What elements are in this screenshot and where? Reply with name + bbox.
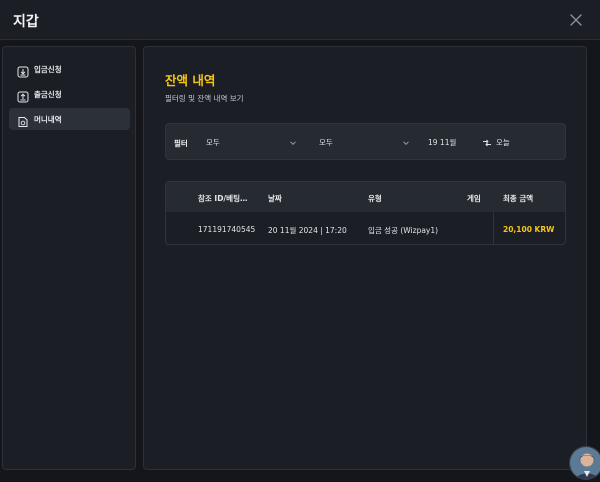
date-to-field[interactable]: 오늘 xyxy=(482,129,510,156)
money-history-icon xyxy=(17,113,29,127)
cell-amount: 20,100 KRW xyxy=(503,225,555,234)
balance-table: 참조 ID/베팅… 날짜 유형 게임 최종 금액 171191740545 20… xyxy=(165,181,566,245)
table-row[interactable]: 171191740545 20 11월 2024 | 17:20 입금 성공 (… xyxy=(166,212,565,244)
cell-type: 입금 성공 (Wizpay1) xyxy=(368,226,439,235)
sidebar: 입금신청 출금신청 머니내역 xyxy=(2,46,136,470)
withdraw-icon xyxy=(17,88,29,103)
filter-select-type[interactable]: 모두 xyxy=(198,129,303,156)
sidebar-item-label: 출금신청 xyxy=(34,89,62,99)
section-title: 잔액 내역 xyxy=(165,73,216,88)
filter-select-value: 모두 xyxy=(319,138,333,147)
header: 지갑 xyxy=(0,0,600,40)
sidebar-item-withdraw[interactable]: 출금신청 xyxy=(9,83,130,105)
deposit-icon xyxy=(17,63,29,78)
filter-select-status[interactable]: 모두 xyxy=(311,129,416,156)
filter-select-value: 모두 xyxy=(206,138,220,147)
page-title: 지갑 xyxy=(13,14,39,30)
date-from-field[interactable]: 19 11월 xyxy=(428,129,456,156)
section-subtitle: 필터링 및 잔액 내역 보기 xyxy=(165,94,244,103)
column-header-ref: 참조 ID/베팅… xyxy=(198,194,248,203)
column-header-date: 날짜 xyxy=(268,194,282,203)
close-icon[interactable] xyxy=(568,12,584,28)
column-divider xyxy=(493,212,494,244)
date-from-value: 19 11월 xyxy=(428,138,457,147)
column-header-game: 게임 xyxy=(467,194,481,203)
table-header: 참조 ID/베팅… 날짜 유형 게임 최종 금액 xyxy=(166,182,565,212)
sidebar-item-label: 머니내역 xyxy=(34,114,62,124)
chevron-down-icon xyxy=(403,140,409,145)
sidebar-item-deposit[interactable]: 입금신청 xyxy=(9,58,130,80)
date-to-value: 오늘 xyxy=(496,138,510,147)
arrows-icon xyxy=(483,139,491,146)
column-header-amount: 최종 금액 xyxy=(503,194,534,203)
cell-ref: 171191740545 xyxy=(198,225,256,234)
sidebar-item-money-history[interactable]: 머니내역 xyxy=(9,108,130,130)
main-panel: 잔액 내역 필터링 및 잔액 내역 보기 필터 모두 모두 19 11월 오늘 … xyxy=(143,46,587,470)
cell-date: 20 11월 2024 | 17:20 xyxy=(268,226,347,235)
chevron-down-icon xyxy=(290,140,296,145)
column-header-type: 유형 xyxy=(368,194,382,203)
avatar[interactable] xyxy=(569,446,600,480)
filter-label: 필터 xyxy=(174,139,188,148)
filter-bar: 필터 모두 모두 19 11월 오늘 xyxy=(165,123,566,160)
sidebar-item-label: 입금신청 xyxy=(34,64,62,74)
